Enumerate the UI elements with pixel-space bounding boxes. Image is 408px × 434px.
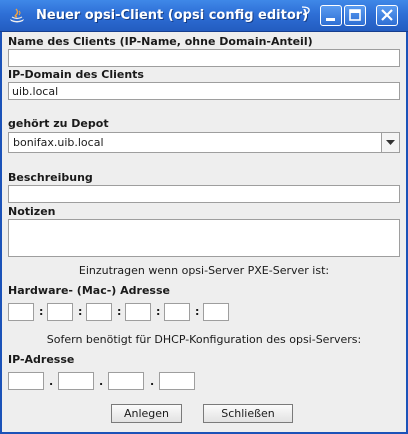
chevron-down-icon[interactable] <box>381 133 399 152</box>
ip-octet-3[interactable] <box>108 372 144 390</box>
ip-octet-4[interactable] <box>159 372 195 390</box>
dhcp-hint-text: Sofern benötigt für DHCP-Konfiguration d… <box>46 333 362 346</box>
ip-domain-input[interactable] <box>8 82 400 100</box>
mac-octet-4[interactable] <box>125 303 151 321</box>
mac-octet-2[interactable] <box>47 303 73 321</box>
client-name-label: Name des Clients (IP-Name, ohne Domain-A… <box>8 35 313 48</box>
java-app-icon <box>8 8 26 24</box>
ip-separator: . <box>150 375 155 388</box>
close-window-button[interactable] <box>376 5 398 26</box>
notes-label: Notizen <box>8 205 56 218</box>
pin-icon[interactable] <box>300 5 312 19</box>
minimize-button[interactable] <box>320 5 342 26</box>
ip-separator: . <box>99 375 104 388</box>
maximize-button[interactable] <box>344 5 366 26</box>
ip-separator: . <box>49 375 54 388</box>
mac-separator: : <box>78 305 83 318</box>
ip-address-label: IP-Adresse <box>8 353 75 366</box>
mac-octet-3[interactable] <box>86 303 112 321</box>
pxe-hint-text: Einzutragen wenn opsi-Server PXE-Server … <box>78 264 330 277</box>
mac-separator: : <box>195 305 200 318</box>
description-label: Beschreibung <box>8 171 93 184</box>
close-button[interactable]: Schließen <box>203 404 293 423</box>
mac-separator: : <box>156 305 161 318</box>
depot-combobox[interactable]: bonifax.uib.local <box>8 132 400 153</box>
description-input[interactable] <box>8 185 400 203</box>
depot-label: gehört zu Depot <box>8 117 109 130</box>
mac-separator: : <box>117 305 122 318</box>
mac-octet-6[interactable] <box>203 303 229 321</box>
title-bar[interactable]: Neuer opsi-Client (opsi config editor) <box>0 0 408 32</box>
ip-octet-1[interactable] <box>8 372 44 390</box>
ip-domain-label: IP-Domain des Clients <box>8 68 144 81</box>
dialog-window: Neuer opsi-Client (opsi config editor) N… <box>0 0 408 434</box>
create-button[interactable]: Anlegen <box>111 404 182 423</box>
client-name-input[interactable] <box>8 49 400 67</box>
mac-octet-1[interactable] <box>8 303 34 321</box>
depot-selected-value: bonifax.uib.local <box>13 136 104 149</box>
mac-octet-5[interactable] <box>164 303 190 321</box>
window-title: Neuer opsi-Client (opsi config editor) <box>36 8 309 23</box>
mac-separator: : <box>39 305 44 318</box>
mac-address-label: Hardware- (Mac-) Adresse <box>8 284 170 297</box>
notes-textarea[interactable] <box>8 219 400 257</box>
ip-octet-2[interactable] <box>58 372 94 390</box>
button-bar: Anlegen Schließen <box>2 397 406 432</box>
